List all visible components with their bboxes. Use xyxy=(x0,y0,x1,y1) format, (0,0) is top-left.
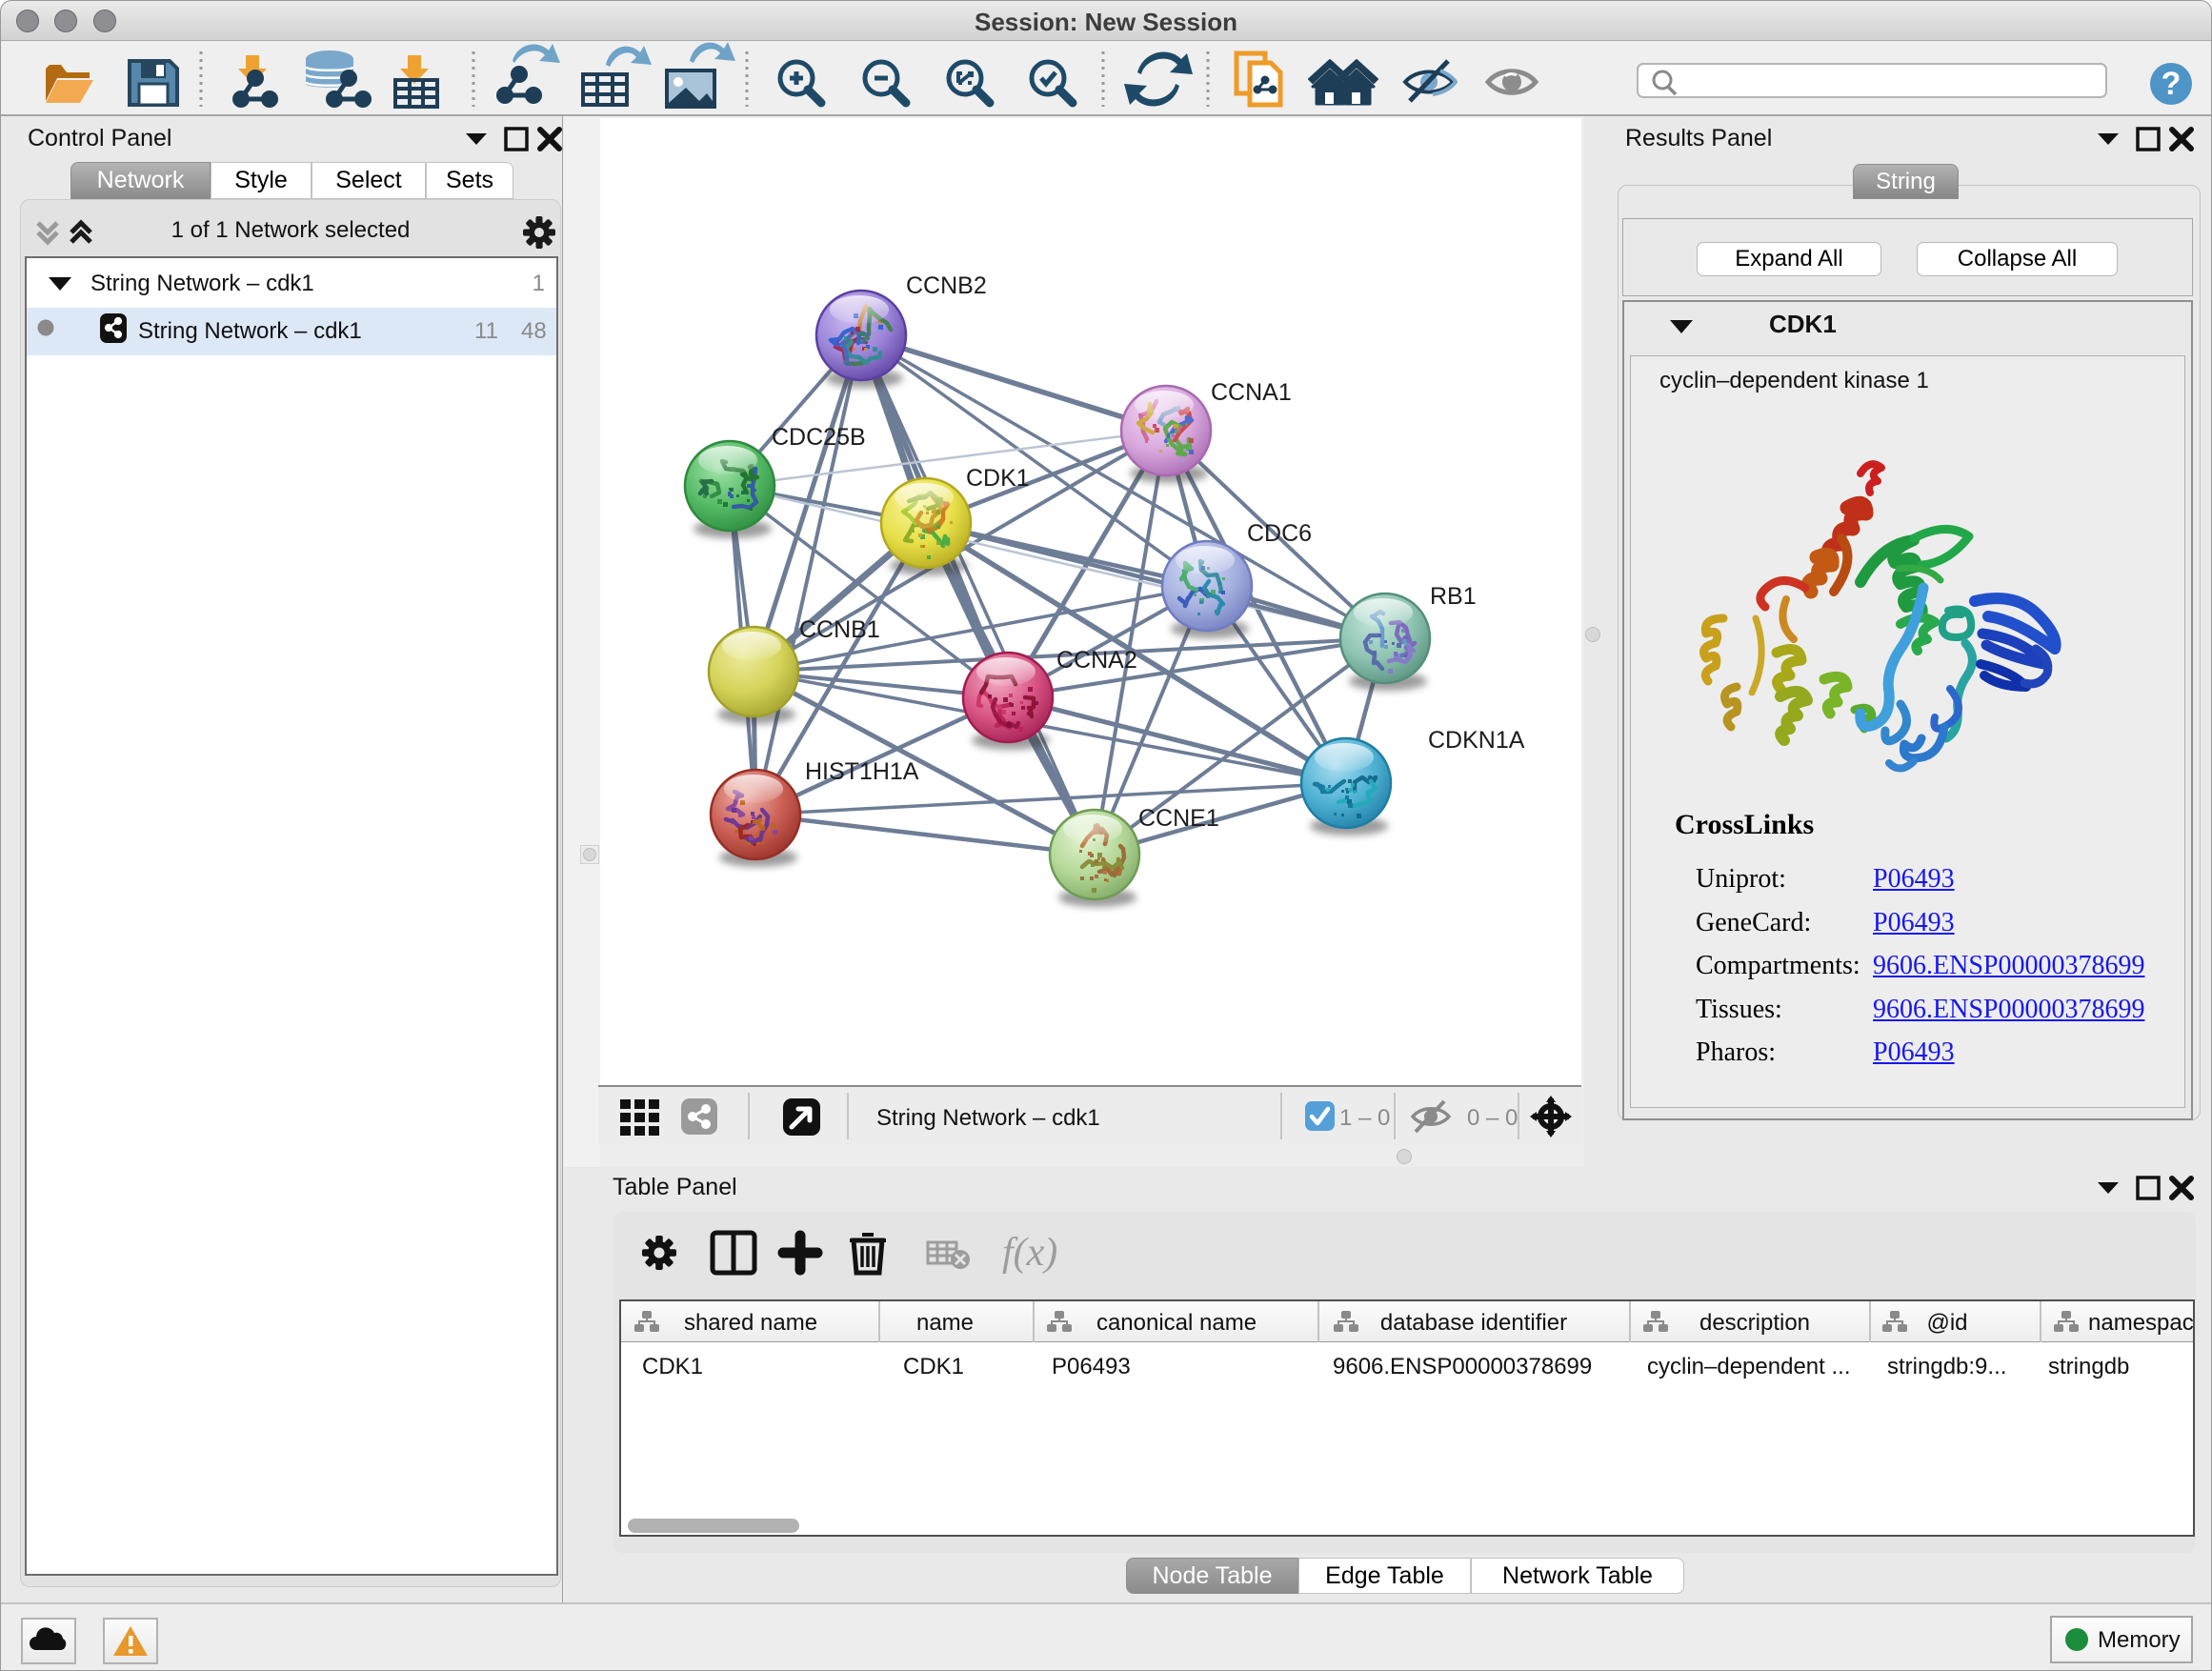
svg-text:database identifier: database identifier xyxy=(1380,1310,1567,1336)
svg-text:shared name: shared name xyxy=(684,1310,817,1336)
svg-text:CCNA1: CCNA1 xyxy=(1211,379,1292,406)
svg-text:CDC25B: CDC25B xyxy=(772,424,866,451)
svg-text:description: description xyxy=(1699,1310,1810,1336)
svg-text:CDC6: CDC6 xyxy=(1247,520,1312,547)
svg-text:stringdb:9...: stringdb:9... xyxy=(1887,1354,2006,1379)
svg-text:namespace: namespace xyxy=(2088,1310,2193,1336)
svg-text:CCNA2: CCNA2 xyxy=(1056,647,1137,674)
svg-text:P06493: P06493 xyxy=(1052,1354,1131,1379)
svg-text:CCNE1: CCNE1 xyxy=(1138,805,1219,832)
svg-text:CCNB2: CCNB2 xyxy=(906,272,987,299)
svg-text:canonical name: canonical name xyxy=(1096,1310,1257,1336)
svg-text:9606.ENSP00000378699: 9606.ENSP00000378699 xyxy=(1333,1354,1592,1379)
svg-text:CDK1: CDK1 xyxy=(966,465,1030,492)
svg-text:CDK1: CDK1 xyxy=(903,1354,964,1379)
svg-text:stringdb: stringdb xyxy=(2048,1354,2129,1379)
svg-text:CDKN1A: CDKN1A xyxy=(1428,727,1525,754)
svg-text:HIST1H1A: HIST1H1A xyxy=(805,758,919,785)
svg-text:CDK1: CDK1 xyxy=(642,1354,703,1379)
svg-text:cyclin–dependent ...: cyclin–dependent ... xyxy=(1647,1354,1850,1379)
svg-text:RB1: RB1 xyxy=(1430,583,1477,610)
svg-text:0 – 0: 0 – 0 xyxy=(1467,1105,1518,1131)
svg-text:f(x): f(x) xyxy=(1002,1231,1057,1275)
svg-text:String Network – cdk1: String Network – cdk1 xyxy=(876,1105,1100,1131)
svg-text:1 – 0: 1 – 0 xyxy=(1339,1105,1390,1131)
svg-text:CCNB1: CCNB1 xyxy=(799,616,880,643)
svg-text:@id: @id xyxy=(1926,1310,1967,1336)
svg-text:name: name xyxy=(916,1310,974,1336)
